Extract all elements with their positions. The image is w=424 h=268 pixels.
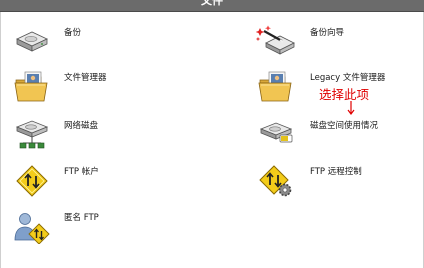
legacy-file-manager-folder-icon <box>258 71 292 102</box>
anonymous-ftp-link[interactable]: 匿名 FTP <box>14 210 194 246</box>
annotation-text: 选择此项 <box>319 87 370 102</box>
file-manager-link[interactable]: 文件管理器 <box>14 70 194 106</box>
ftp-session-control-link[interactable]: FTP 远程控制 <box>258 164 418 198</box>
anonymous-ftp-icon <box>14 213 50 244</box>
ftp-accounts-label: FTP 帐户 <box>64 167 99 177</box>
backup-wizard-label: 备份向导 <box>310 28 345 38</box>
section-header: 文件 <box>0 0 424 12</box>
backup-link[interactable]: 备份 <box>14 25 194 59</box>
annotation-arrow-icon <box>347 101 355 115</box>
frame-border-left <box>0 12 1 268</box>
ftp-accounts-icon <box>16 165 48 197</box>
disk-usage-icon <box>259 122 293 143</box>
network-disk-label: 网络磁盘 <box>64 121 99 131</box>
network-disk-icon <box>15 120 49 149</box>
disk-usage-link[interactable]: 磁盘空间使用情况 <box>258 118 418 152</box>
backup-label: 备份 <box>64 28 82 38</box>
backup-wizard-link[interactable]: 备份向导 <box>256 25 416 59</box>
legacy-file-manager-label: Legacy 文件管理器 <box>310 73 386 83</box>
anonymous-ftp-label: 匿名 FTP <box>64 213 99 223</box>
section-title: 文件 <box>201 0 223 7</box>
ftp-accounts-link[interactable]: FTP 帐户 <box>14 164 194 198</box>
ftp-session-control-icon <box>259 165 292 197</box>
file-manager-folder-icon <box>14 71 48 102</box>
disk-usage-label: 磁盘空间使用情况 <box>310 121 379 131</box>
network-disk-link[interactable]: 网络磁盘 <box>14 118 194 152</box>
backup-drive-icon <box>16 31 48 52</box>
backup-wizard-wand-icon <box>256 25 295 55</box>
file-manager-label: 文件管理器 <box>64 73 107 83</box>
ftp-session-control-label: FTP 远程控制 <box>310 167 362 177</box>
